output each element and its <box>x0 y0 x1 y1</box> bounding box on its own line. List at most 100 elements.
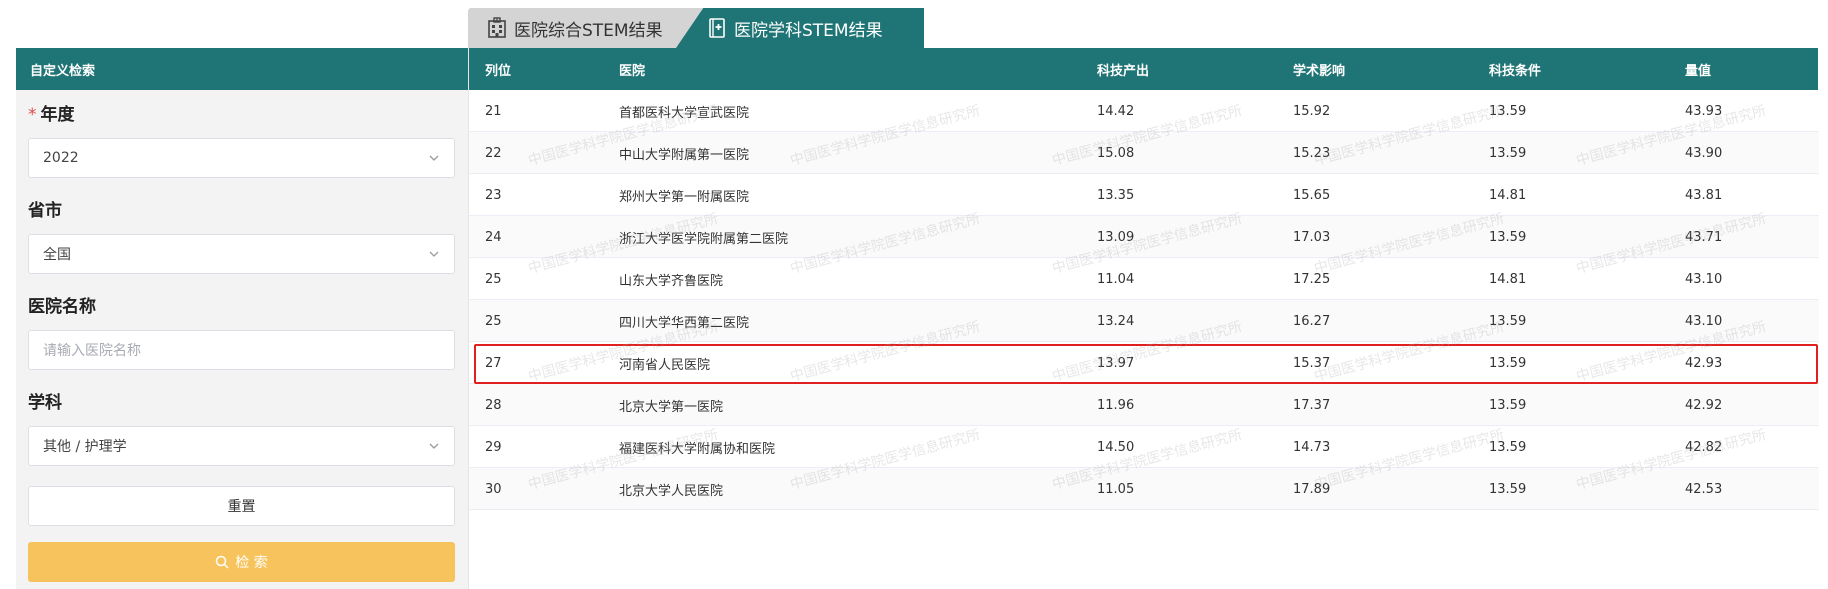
table-cell-hospital: 郑州大学第一附属医院 <box>619 189 750 205</box>
table-cell-rank: 21 <box>485 103 502 119</box>
table-cell-value: 43.81 <box>1685 187 1723 203</box>
column-header-value[interactable]: 量值 <box>1685 48 1711 90</box>
table-row[interactable]: 24 浙江大学医学院附属第二医院 13.09 17.03 13.59 43.71 <box>469 216 1819 258</box>
table-cell-condition: 13.59 <box>1489 439 1527 455</box>
province-select[interactable]: 全国 <box>28 234 455 274</box>
table-cell-output: 13.09 <box>1097 229 1135 245</box>
table-cell-condition: 14.81 <box>1489 271 1527 287</box>
table-cell-hospital: 首都医科大学宣武医院 <box>619 105 750 121</box>
table-cell-rank: 25 <box>485 271 502 287</box>
table-cell-rank: 23 <box>485 187 502 203</box>
table-cell-output: 13.97 <box>1097 355 1135 371</box>
table-cell-value: 43.93 <box>1685 103 1723 119</box>
hospital-building-icon <box>486 17 508 39</box>
table-cell-value: 43.90 <box>1685 145 1723 161</box>
column-header-rank[interactable]: 列位 <box>485 48 511 90</box>
table-cell-hospital: 福建医科大学附属协和医院 <box>619 441 776 457</box>
table-cell-hospital: 北京大学第一医院 <box>619 399 724 415</box>
reset-button[interactable]: 重置 <box>28 486 455 526</box>
column-header-impact[interactable]: 学术影响 <box>1293 48 1345 90</box>
table-cell-hospital: 河南省人民医院 <box>619 357 711 373</box>
table-cell-output: 13.35 <box>1097 187 1135 203</box>
table-cell-impact: 15.65 <box>1293 187 1331 203</box>
table-cell-output: 14.50 <box>1097 439 1135 455</box>
table-cell-impact: 15.92 <box>1293 103 1331 119</box>
search-icon <box>215 555 229 569</box>
table-row[interactable]: 29 福建医科大学附属协和医院 14.50 14.73 13.59 42.82 <box>469 426 1819 468</box>
subject-cascader[interactable]: 其他 / 护理学 <box>28 426 455 466</box>
table-cell-condition: 13.59 <box>1489 229 1527 245</box>
table-cell-hospital: 中山大学附属第一医院 <box>619 147 750 163</box>
table-cell-hospital: 四川大学华西第二医院 <box>619 315 750 331</box>
table-cell-impact: 16.27 <box>1293 313 1331 329</box>
year-label: * 年度 <box>28 105 75 125</box>
table-row[interactable]: 22 中山大学附属第一医院 15.08 15.23 13.59 43.90 <box>469 132 1819 174</box>
chevron-down-icon <box>428 152 440 164</box>
table-cell-hospital: 山东大学齐鲁医院 <box>619 273 724 289</box>
year-select[interactable]: 2022 <box>28 138 455 178</box>
table-cell-rank: 24 <box>485 229 502 245</box>
table-cell-rank: 22 <box>485 145 502 161</box>
hospital-name-input[interactable]: 请输入医院名称 <box>28 330 455 370</box>
table-cell-value: 42.82 <box>1685 439 1723 455</box>
table-cell-output: 11.96 <box>1097 397 1135 413</box>
table-cell-output: 14.42 <box>1097 103 1135 119</box>
table-row[interactable]: 21 首都医科大学宣武医院 14.42 15.92 13.59 43.93 <box>469 90 1819 132</box>
filter-panel: 自定义检索 * 年度 2022 省市 全国 医院名称 请输入医院名称 学科 其他 … <box>16 48 468 589</box>
table-cell-condition: 13.59 <box>1489 397 1527 413</box>
table-row[interactable]: 28 北京大学第一医院 11.96 17.37 13.59 42.92 <box>469 384 1819 426</box>
table-cell-impact: 15.37 <box>1293 355 1331 371</box>
table-cell-rank: 27 <box>485 355 502 371</box>
table-cell-impact: 17.03 <box>1293 229 1331 245</box>
table-cell-output: 13.24 <box>1097 313 1135 329</box>
column-header-hospital[interactable]: 医院 <box>619 48 645 90</box>
tab-hospital-comprehensive[interactable]: 医院综合STEM结果 <box>468 8 703 48</box>
table-cell-condition: 13.59 <box>1489 313 1527 329</box>
column-header-output[interactable]: 科技产出 <box>1097 48 1149 90</box>
table-row[interactable]: 27 河南省人民医院 13.97 15.37 13.59 42.93 <box>469 342 1819 384</box>
table-cell-output: 11.05 <box>1097 481 1135 497</box>
table-cell-value: 42.53 <box>1685 481 1723 497</box>
medical-book-icon <box>706 17 728 39</box>
table-cell-value: 43.10 <box>1685 271 1723 287</box>
table-cell-condition: 13.59 <box>1489 103 1527 119</box>
table-cell-value: 43.10 <box>1685 313 1723 329</box>
table-cell-condition: 13.59 <box>1489 481 1527 497</box>
chevron-down-icon <box>428 440 440 452</box>
table-cell-rank: 30 <box>485 481 502 497</box>
table-cell-condition: 13.59 <box>1489 355 1527 371</box>
table-row[interactable]: 25 山东大学齐鲁医院 11.04 17.25 14.81 43.10 <box>469 258 1819 300</box>
filter-panel-header: 自定义检索 <box>16 48 468 90</box>
column-header-condition[interactable]: 科技条件 <box>1489 48 1541 90</box>
search-button[interactable]: 检 索 <box>28 542 455 582</box>
table-cell-output: 11.04 <box>1097 271 1135 287</box>
chevron-down-icon <box>428 248 440 260</box>
table-cell-impact: 14.73 <box>1293 439 1331 455</box>
table-cell-value: 42.93 <box>1685 355 1723 371</box>
required-asterisk: * <box>28 105 37 125</box>
table-cell-value: 43.71 <box>1685 229 1723 245</box>
table-cell-impact: 17.89 <box>1293 481 1331 497</box>
table-cell-hospital: 北京大学人民医院 <box>619 483 724 499</box>
tab-hospital-subject[interactable]: 医院学科STEM结果 <box>676 8 924 48</box>
tab-label: 医院综合STEM结果 <box>514 20 663 41</box>
results-table: 列位 医院 科技产出 学术影响 科技条件 量值 21 首都医科大学宣武医院 14.4… <box>468 48 1819 589</box>
table-cell-value: 42.92 <box>1685 397 1723 413</box>
table-cell-impact: 15.23 <box>1293 145 1331 161</box>
result-tabs: 医院综合STEM结果 医院学科STEM结果 <box>468 8 924 48</box>
province-label: 省市 <box>28 201 62 221</box>
table-row[interactable]: 23 郑州大学第一附属医院 13.35 15.65 14.81 43.81 <box>469 174 1819 216</box>
tab-label: 医院学科STEM结果 <box>734 20 883 41</box>
subject-label: 学科 <box>28 393 62 413</box>
table-cell-condition: 13.59 <box>1489 145 1527 161</box>
table-row[interactable]: 25 四川大学华西第二医院 13.24 16.27 13.59 43.10 <box>469 300 1819 342</box>
hospital-name-label: 医院名称 <box>28 297 96 317</box>
table-row[interactable]: 30 北京大学人民医院 11.05 17.89 13.59 42.53 <box>469 468 1819 510</box>
table-cell-rank: 25 <box>485 313 502 329</box>
table-cell-rank: 29 <box>485 439 502 455</box>
table-cell-impact: 17.25 <box>1293 271 1331 287</box>
table-header: 列位 医院 科技产出 学术影响 科技条件 量值 <box>469 48 1818 90</box>
table-cell-hospital: 浙江大学医学院附属第二医院 <box>619 231 789 247</box>
table-cell-output: 15.08 <box>1097 145 1135 161</box>
table-cell-rank: 28 <box>485 397 502 413</box>
